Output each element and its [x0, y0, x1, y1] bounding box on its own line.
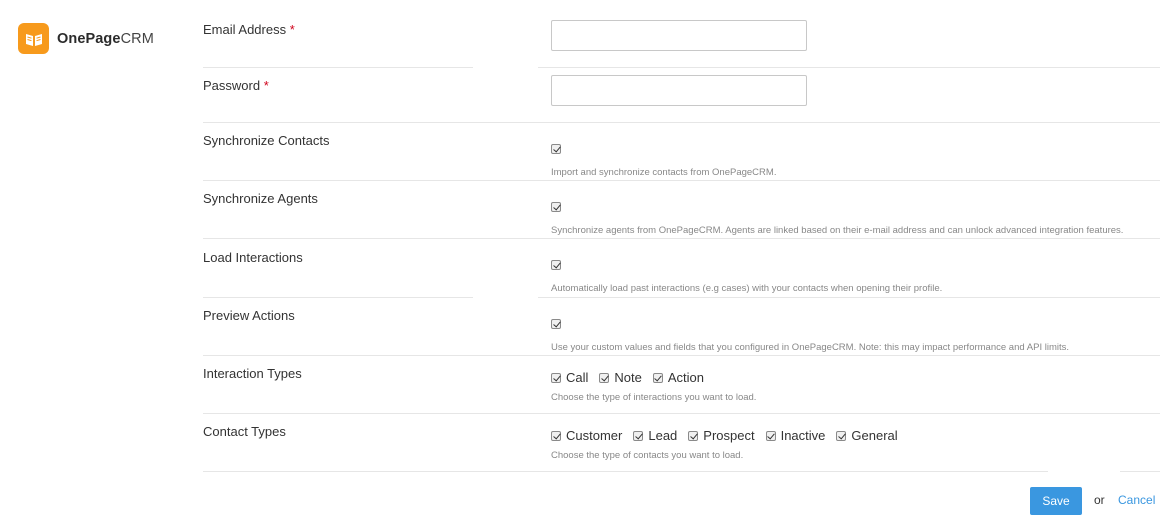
cancel-link[interactable]: Cancel: [1118, 493, 1155, 507]
preview-actions-checkbox[interactable]: [551, 318, 561, 329]
onepagecrm-logo: OnePageCRM: [18, 23, 154, 54]
contact-types-label: Contact Types: [203, 424, 286, 439]
load-interactions-checkbox[interactable]: [551, 259, 561, 270]
brand-name: OnePageCRM: [57, 30, 154, 47]
save-button[interactable]: Save: [1030, 487, 1082, 515]
customer-checkbox[interactable]: [551, 430, 561, 441]
load-interactions-label: Load Interactions: [203, 250, 303, 265]
interaction-types-help: Choose the type of interactions you want…: [551, 392, 757, 403]
interaction-type-note[interactable]: Note: [599, 370, 642, 385]
preview-actions-label: Preview Actions: [203, 308, 295, 323]
interaction-type-action[interactable]: Action: [652, 370, 704, 385]
note-checkbox[interactable]: [599, 372, 610, 383]
sync-contacts-help: Import and synchronize contacts from One…: [551, 167, 777, 178]
password-label: Password *: [203, 78, 269, 93]
sync-agents-label: Synchronize Agents: [203, 191, 318, 206]
contact-types-options: Customer Lead Prospect Inactive General: [551, 428, 909, 443]
sync-contacts-row: Synchronize Contacts Import and synchron…: [203, 123, 1160, 181]
or-text: or: [1094, 493, 1105, 507]
prospect-checkbox[interactable]: [688, 430, 699, 441]
sync-agents-checkbox[interactable]: [551, 201, 561, 212]
general-checkbox[interactable]: [836, 430, 847, 441]
interaction-types-label: Interaction Types: [203, 366, 302, 381]
call-checkbox[interactable]: [551, 372, 561, 383]
email-row: Email Address *: [203, 0, 1160, 68]
preview-actions-help: Use your custom values and fields that y…: [551, 342, 1069, 353]
load-interactions-help: Automatically load past interactions (e.…: [551, 283, 943, 294]
contact-type-inactive[interactable]: Inactive: [765, 428, 825, 443]
sync-contacts-checkbox[interactable]: [551, 143, 561, 154]
load-interactions-row: Load Interactions Automatically load pas…: [203, 239, 1160, 298]
email-label: Email Address *: [203, 22, 295, 37]
book-icon: [18, 23, 49, 54]
footer-divider-right: [1120, 471, 1160, 472]
settings-form: Email Address * Password * Synchronize C…: [203, 0, 1160, 473]
inactive-checkbox[interactable]: [765, 430, 776, 441]
preview-actions-row: Preview Actions Use your custom values a…: [203, 298, 1160, 356]
contact-type-customer[interactable]: Customer: [551, 428, 622, 443]
password-input[interactable]: [551, 75, 807, 106]
sync-agents-help: Synchronize agents from OnePageCRM. Agen…: [551, 225, 1124, 236]
contact-type-prospect[interactable]: Prospect: [688, 428, 755, 443]
contact-type-general[interactable]: General: [836, 428, 898, 443]
interaction-types-row: Interaction Types Call Note Action Choos…: [203, 356, 1160, 414]
interaction-types-options: Call Note Action: [551, 370, 756, 385]
footer-divider: [203, 471, 1048, 472]
lead-checkbox[interactable]: [633, 430, 644, 441]
password-row: Password *: [203, 68, 1160, 123]
email-input[interactable]: [551, 20, 807, 51]
sync-agents-row: Synchronize Agents Synchronize agents fr…: [203, 181, 1160, 239]
interaction-type-call[interactable]: Call: [551, 370, 588, 385]
action-checkbox[interactable]: [652, 372, 663, 383]
contact-type-lead[interactable]: Lead: [633, 428, 677, 443]
sync-contacts-label: Synchronize Contacts: [203, 133, 330, 148]
contact-types-row: Contact Types Customer Lead Prospect Ina…: [203, 414, 1160, 473]
contact-types-help: Choose the type of contacts you want to …: [551, 450, 744, 461]
